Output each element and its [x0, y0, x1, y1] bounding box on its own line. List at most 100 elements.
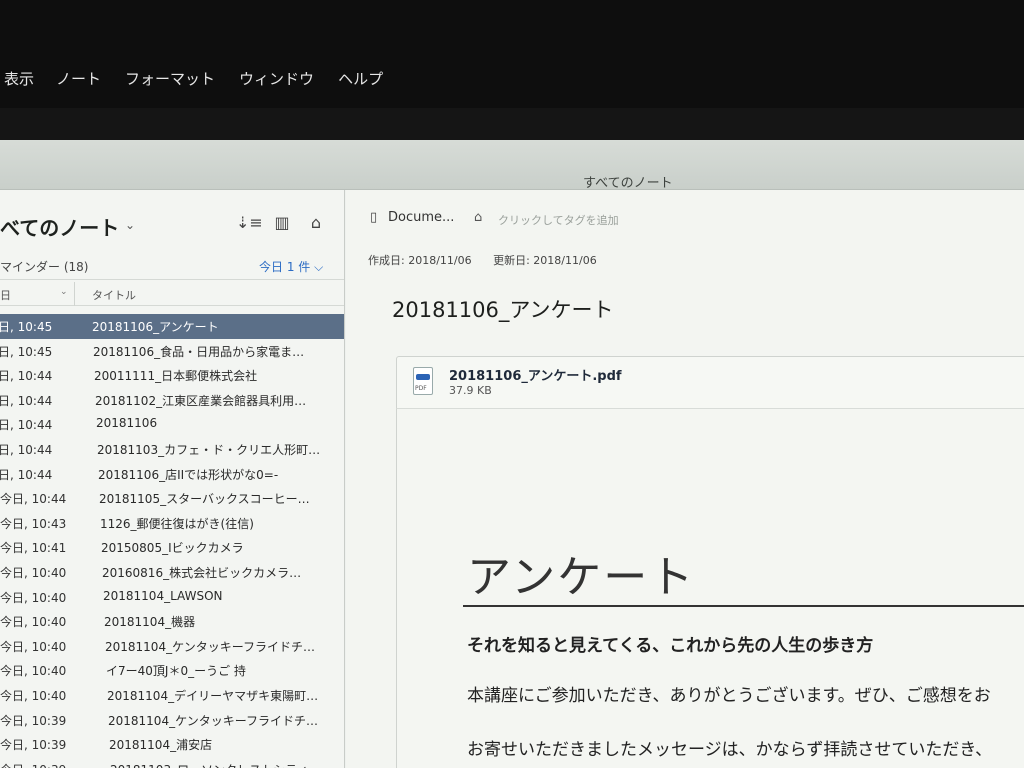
attachment-size: 37.9 KB: [449, 384, 492, 397]
note-editor: ▯ Docume... ⌂ クリックしてタグを追加 作成日: 2018/11/0…: [346, 190, 1024, 768]
notebook-icon: ▯: [370, 210, 378, 225]
pdf-divider: [463, 605, 1024, 607]
reminder-row[interactable]: マインダー (18) 今日 1 件 ⌵: [0, 248, 344, 280]
menu-help[interactable]: ヘルプ: [338, 68, 383, 89]
tag-input[interactable]: クリックしてタグを追加: [498, 212, 619, 228]
table-row[interactable]: 今日, 10:40 20181104_デイリーヤマザキ東陽町…: [0, 683, 344, 708]
column-header: 日 ⌄ タイトル: [0, 282, 344, 306]
chevron-down-icon[interactable]: ⌄: [60, 287, 68, 297]
pdf-subheading: それを知ると見えてくる、これから先の人生の歩き方: [467, 636, 874, 656]
row-title: 20181106: [96, 416, 158, 431]
table-row[interactable]: 日, 10:44 20181102_江東区産業会館器具利用…: [0, 388, 344, 413]
table-row[interactable]: 今日, 10:39 20181104_浦安店: [0, 732, 344, 757]
row-date: 今日, 10:44: [0, 492, 67, 507]
table-row[interactable]: 今日, 10:39 20181104_ケンタッキーフライドチ…: [0, 708, 344, 733]
table-row[interactable]: 今日, 10:40 20181104_機器: [0, 609, 344, 634]
pdf-file-icon: PDF: [413, 367, 433, 395]
table-row[interactable]: 日, 10:44 20181106_店IIでは形状がな0=-: [0, 462, 344, 487]
row-title: 20181104_LAWSON: [103, 588, 223, 603]
row-title: 20181106_アンケート: [92, 320, 219, 334]
row-date: 日, 10:45: [0, 320, 53, 334]
row-title: 20181104_ケンタッキーフライドチ…: [108, 713, 318, 728]
tag-icon: ⌂: [474, 210, 483, 225]
tag-icon[interactable]: ⌂: [306, 213, 326, 233]
note-title[interactable]: 20181106_アンケート: [392, 294, 614, 324]
chevron-down-icon[interactable]: ⌄: [125, 218, 135, 232]
row-date: 今日, 10:39: [0, 713, 67, 728]
table-row[interactable]: 今日, 10:41 20150805_Iビックカメラ: [0, 535, 344, 560]
row-date: 今日, 10:40: [0, 590, 67, 605]
window-titlebar[interactable]: すべてのノート: [0, 140, 1024, 191]
row-title: 20181104_デイリーヤマザキ東陽町…: [107, 688, 319, 703]
row-title: 20181103_ローソンクレストシティ…: [110, 761, 344, 768]
row-title: イ7ー40頂J＊0_ーうご 持: [106, 664, 246, 679]
row-date: 今日, 10:39: [0, 738, 67, 753]
app-window: すべてのノート べてのノート ⌄ ⇣≡ ▥ ⌂ マインダー (18) 今日 1 …: [0, 140, 1024, 768]
row-date: 今日, 10:40: [0, 615, 67, 630]
row-date: 今日, 10:39: [0, 761, 66, 768]
sort-icon[interactable]: ⇣≡: [236, 213, 263, 233]
row-title: 20181104_機器: [104, 615, 196, 630]
table-row[interactable]: 日, 10:44 20181106: [0, 412, 344, 437]
table-row[interactable]: 今日, 10:40 イ7ー40頂J＊0_ーうご 持: [0, 658, 344, 683]
note-list-pane: べてのノート ⌄ ⇣≡ ▥ ⌂ マインダー (18) 今日 1 件 ⌵ 日 ⌄ …: [0, 190, 345, 768]
table-row[interactable]: 今日, 10:43 1126_郵便往復はがき(往信): [0, 511, 344, 536]
note-list-title[interactable]: べてのノート: [0, 212, 119, 241]
attachment-header[interactable]: PDF 20181106_アンケート.pdf 37.9 KB: [396, 356, 1024, 408]
pdf-preview[interactable]: アンケート それを知ると見えてくる、これから先の人生の歩き方 本講座にご参加いた…: [396, 408, 1024, 768]
menu-bar: 表示 ノート フォーマット ウィンドウ ヘルプ: [0, 0, 1024, 108]
row-title: 20181104_浦安店: [109, 738, 213, 753]
table-row[interactable]: 今日, 10:40 20160816_株式会社ビックカメラ…: [0, 560, 344, 585]
row-date: 今日, 10:40: [0, 664, 67, 679]
row-date: 日, 10:44: [0, 467, 53, 482]
menu-format[interactable]: フォーマット: [125, 68, 215, 89]
attachment-name: 20181106_アンケート.pdf: [449, 369, 622, 384]
pdf-paragraph: 本講座にご参加いただき、ありがとうございます。ぜひ、ご感想をお: [467, 686, 991, 706]
updated-date: 更新日: 2018/11/06: [493, 254, 597, 267]
view-options-icon[interactable]: ▥: [272, 213, 292, 233]
row-date: 日, 10:44: [0, 418, 53, 433]
row-date: 日, 10:44: [0, 393, 53, 408]
menu-window[interactable]: ウィンドウ: [239, 68, 314, 89]
table-row[interactable]: 今日, 10:39 20181103_ローソンクレストシティ…: [0, 757, 344, 768]
row-date: 今日, 10:40: [0, 688, 67, 703]
row-date: 今日, 10:43: [0, 516, 67, 531]
reminder-label: マインダー (18): [0, 260, 89, 274]
menu-note[interactable]: ノート: [56, 68, 101, 89]
desktop-background: [0, 108, 1024, 140]
row-title: 20011111_日本郵便株式会社: [94, 369, 258, 384]
row-title: 20150805_Iビックカメラ: [101, 541, 244, 556]
column-divider[interactable]: [74, 282, 75, 306]
table-row[interactable]: 今日, 10:44 20181105_スターバックスコーヒー…: [0, 486, 344, 511]
table-row[interactable]: 日, 10:45 20181106_食品・日用品から家電ま…: [0, 339, 344, 364]
created-date: 作成日: 2018/11/06: [368, 254, 472, 267]
note-list: 日, 10:45 20181106_アンケート 日, 10:45 20181106_食…: [0, 314, 344, 768]
menu-view[interactable]: 表示: [4, 68, 34, 89]
column-date[interactable]: 日: [0, 287, 11, 303]
row-date: 今日, 10:40: [0, 565, 67, 580]
note-toolbar: ▯ Docume... ⌂ クリックしてタグを追加: [346, 190, 1024, 238]
pdf-paragraph: お寄せいただきましたメッセージは、かならず拝読させていただき、: [467, 740, 993, 760]
row-date: 今日, 10:40: [0, 639, 67, 654]
pdf-heading: アンケート: [467, 552, 696, 603]
table-row[interactable]: 日, 10:45 20181106_アンケート: [0, 314, 344, 339]
notebook-selector[interactable]: Docume...: [388, 210, 454, 225]
row-title: 1126_郵便往復はがき(往信): [100, 516, 254, 531]
table-row[interactable]: 日, 10:44 20011111_日本郵便株式会社: [0, 363, 344, 388]
row-date: 日, 10:44: [0, 369, 53, 384]
row-title: 20181106_食品・日用品から家電ま…: [93, 344, 305, 359]
row-date: 日, 10:45: [0, 344, 53, 359]
row-title: 20181104_ケンタッキーフライドチ…: [105, 639, 315, 654]
reminder-today-toggle[interactable]: 今日 1 件 ⌵: [259, 258, 323, 275]
table-row[interactable]: 日, 10:44 20181103_カフェ・ド・クリエ人形町…: [0, 437, 344, 462]
column-title[interactable]: タイトル: [92, 287, 136, 303]
row-title: 20181103_カフェ・ド・クリエ人形町…: [97, 442, 321, 457]
row-title: 20181105_スターバックスコーヒー…: [99, 492, 310, 507]
row-title: 20181106_店IIでは形状がな0=-: [98, 467, 279, 482]
note-dates: 作成日: 2018/11/06 更新日: 2018/11/06: [368, 252, 615, 268]
row-date: 日, 10:44: [0, 442, 53, 457]
table-row[interactable]: 今日, 10:40 20181104_LAWSON: [0, 585, 344, 610]
table-row[interactable]: 今日, 10:40 20181104_ケンタッキーフライドチ…: [0, 634, 344, 659]
row-title: 20160816_株式会社ビックカメラ…: [102, 565, 302, 580]
row-date: 今日, 10:41: [0, 541, 67, 556]
